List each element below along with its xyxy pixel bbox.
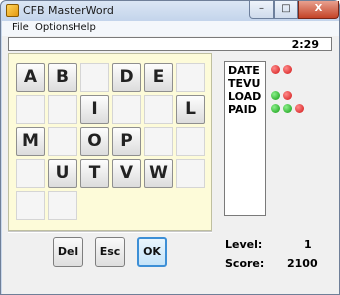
letter-tile[interactable]: P <box>112 127 141 156</box>
close-button[interactable]: X <box>298 1 339 19</box>
letter-tile[interactable]: U <box>48 159 77 188</box>
ok-button[interactable]: OK <box>137 237 167 267</box>
letter-tile[interactable]: O <box>80 127 109 156</box>
empty-cell[interactable] <box>112 95 141 124</box>
red-feedback-dot <box>295 104 304 113</box>
empty-cell[interactable] <box>176 159 205 188</box>
guess-word: DATE <box>228 64 260 77</box>
minimize-button[interactable]: – <box>249 1 274 19</box>
letter-tile[interactable]: M <box>16 127 45 156</box>
app-window: CFB MasterWord – □ X File Options Help 2… <box>0 0 340 295</box>
letter-tile[interactable]: I <box>80 95 109 124</box>
empty-cell[interactable] <box>16 95 45 124</box>
empty-cell[interactable] <box>176 127 205 156</box>
score-value: 2100 <box>287 257 318 270</box>
empty-cell[interactable] <box>176 63 205 92</box>
green-feedback-dot <box>271 91 280 100</box>
score-label: Score: <box>225 257 265 270</box>
green-feedback-dot <box>283 104 292 113</box>
guess-word: TEVU <box>228 77 261 90</box>
guess-list: DATE TEVU LOAD PAID <box>224 61 266 216</box>
empty-cell[interactable] <box>48 127 77 156</box>
esc-button[interactable]: Esc <box>95 237 125 267</box>
empty-cell[interactable] <box>48 95 77 124</box>
window-title: CFB MasterWord <box>23 4 114 17</box>
board-separator <box>8 231 212 233</box>
app-icon <box>6 4 19 17</box>
client-area: 2:29 AB DE I L M OP UTVW Del Esc OK DATE TEVU LO… <box>2 36 339 294</box>
empty-cell[interactable] <box>80 63 109 92</box>
letter-tile[interactable]: V <box>112 159 141 188</box>
letter-tile[interactable]: T <box>80 159 109 188</box>
empty-cell[interactable] <box>48 191 77 220</box>
letter-tile[interactable]: L <box>176 95 205 124</box>
empty-cell[interactable] <box>16 159 45 188</box>
level-value: 1 <box>304 238 312 251</box>
empty-cell[interactable] <box>16 191 45 220</box>
guess-word: LOAD <box>228 90 262 103</box>
title-bar[interactable]: CFB MasterWord – □ X <box>1 1 339 21</box>
menu-file[interactable]: File <box>12 22 29 33</box>
red-feedback-dot <box>283 91 292 100</box>
letter-tile[interactable]: A <box>16 63 45 92</box>
red-feedback-dot <box>271 65 280 74</box>
timer-display: 2:29 <box>291 38 319 51</box>
empty-cell[interactable] <box>144 127 173 156</box>
maximize-button[interactable]: □ <box>274 1 298 19</box>
letter-tile[interactable]: E <box>144 63 173 92</box>
level-label: Level: <box>225 238 263 251</box>
menu-bar: File Options Help <box>2 21 339 36</box>
guess-word: PAID <box>228 103 257 116</box>
menu-help[interactable]: Help <box>73 22 96 33</box>
letter-tile[interactable]: D <box>112 63 141 92</box>
letter-board: AB DE I L M OP UTVW <box>8 53 212 231</box>
timer-bar: 2:29 <box>8 37 332 51</box>
del-button[interactable]: Del <box>53 237 83 267</box>
letter-tile[interactable]: B <box>48 63 77 92</box>
red-feedback-dot <box>283 65 292 74</box>
green-feedback-dot <box>271 104 280 113</box>
menu-options[interactable]: Options <box>35 22 74 33</box>
letter-tile[interactable]: W <box>144 159 173 188</box>
empty-cell[interactable] <box>144 95 173 124</box>
